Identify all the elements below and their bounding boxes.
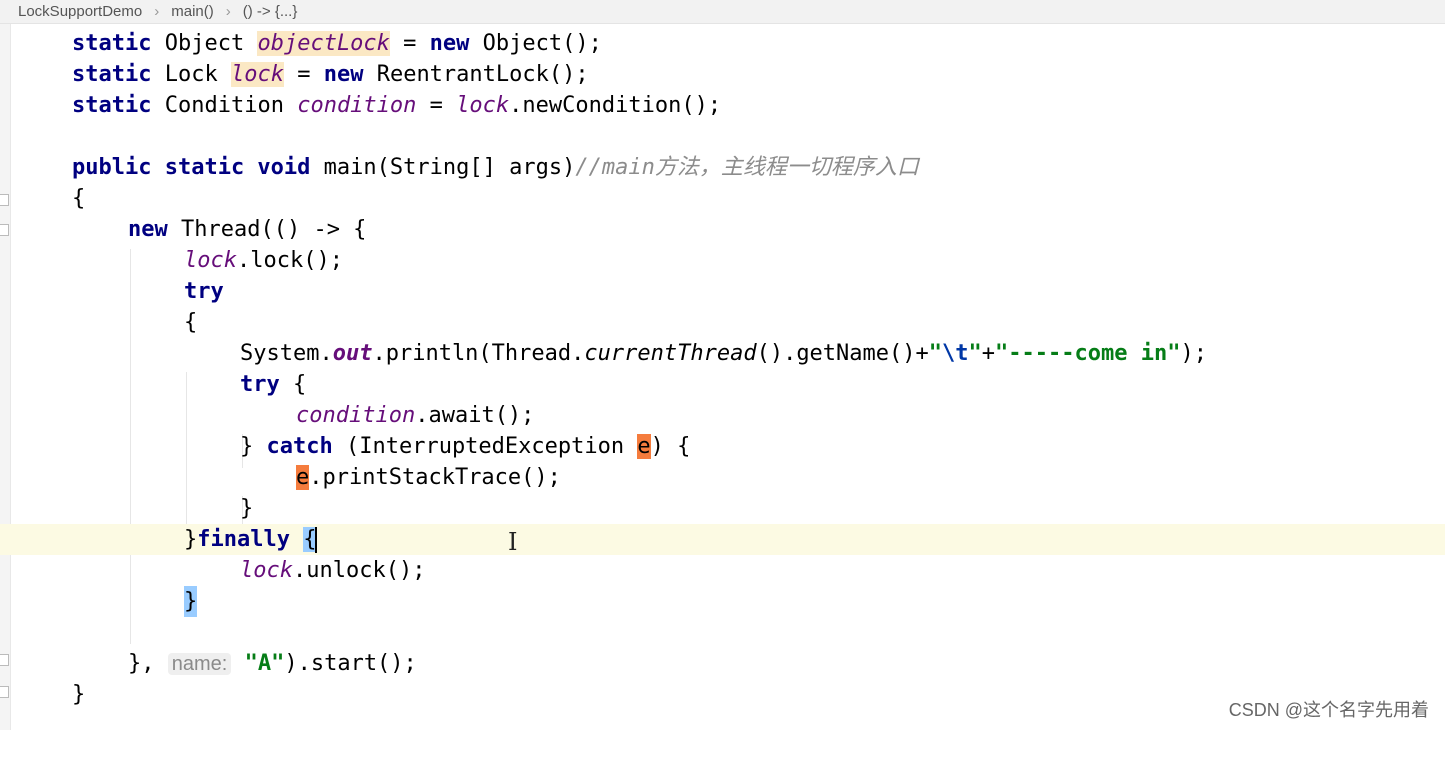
code-line[interactable]: static Object objectLock = new Object(); [0, 28, 1445, 59]
code-line[interactable]: new Thread(() -> { [0, 214, 1445, 245]
code-line[interactable]: System.out.println(Thread.currentThread(… [0, 338, 1445, 369]
code-comment: //main方法，主线程一切程序入口 [575, 155, 919, 180]
current-code-line[interactable]: }finally { [0, 524, 1445, 555]
keyword: catch [266, 434, 333, 459]
field-ref: condition [296, 403, 416, 428]
breadcrumb-item-class[interactable]: LockSupportDemo [18, 3, 142, 20]
code-line[interactable]: lock.lock(); [0, 245, 1445, 276]
code-text: }, [128, 651, 155, 676]
operator: = [297, 62, 311, 87]
code-text: ReentrantLock(); [376, 62, 589, 87]
code-line[interactable]: { [0, 183, 1445, 214]
code-line[interactable]: } catch (InterruptedException e) { [0, 431, 1445, 462]
keyword: new [128, 217, 168, 242]
text-caret [315, 527, 318, 553]
code-text: ).start(); [284, 651, 417, 676]
code-text: { [72, 186, 86, 211]
breadcrumb: LockSupportDemo › main() › () -> {...} [0, 0, 1445, 24]
code-line[interactable]: static Condition condition = lock.newCon… [0, 90, 1445, 121]
field-name: condition [297, 93, 417, 118]
keyword: static [72, 62, 152, 87]
field-ref: lock [184, 248, 237, 273]
code-text: { [184, 310, 198, 335]
breadcrumb-item-lambda[interactable]: () -> {...} [243, 3, 298, 20]
code-text: { [279, 372, 307, 397]
code-text: Thread(() -> { [181, 217, 367, 242]
parameter-ref: e [296, 465, 310, 490]
code-line[interactable]: e.printStackTrace(); [0, 462, 1445, 493]
code-line[interactable]: static Lock lock = new ReentrantLock(); [0, 59, 1445, 90]
parameter-name: e [637, 434, 651, 459]
code-line[interactable]: try { [0, 369, 1445, 400]
keyword: public static void [72, 155, 311, 180]
string-literal: "-----come in" [995, 341, 1181, 366]
code-line[interactable]: lock.unlock(); [0, 555, 1445, 586]
code-text: } [240, 496, 254, 521]
field-ref: lock [456, 93, 510, 118]
parameter-hint: name: [167, 653, 232, 675]
code-text: ) { [650, 434, 691, 459]
code-text: } [184, 527, 198, 552]
code-text: (InterruptedException [332, 434, 638, 459]
code-editor[interactable]: static Object objectLock = new Object();… [0, 24, 1445, 730]
code-line[interactable]: public static void main(String[] args)//… [0, 152, 1445, 183]
field-ref: lock [240, 558, 293, 583]
keyword: new [323, 62, 364, 87]
code-text: ); [1180, 341, 1207, 366]
code-text: .println(Thread. [372, 341, 585, 366]
code-line[interactable]: condition.await(); [0, 400, 1445, 431]
breadcrumb-separator: › [225, 3, 231, 20]
escape-sequence: \t [942, 341, 969, 366]
code-text: .lock(); [236, 248, 343, 273]
code-text: } [72, 682, 86, 707]
keyword: finally [197, 527, 290, 552]
code-line[interactable]: } [0, 493, 1445, 524]
method-signature: main(String[] args) [323, 155, 576, 180]
code-text: .await(); [415, 403, 535, 428]
string-literal: " [968, 341, 982, 366]
matched-brace: } [184, 586, 198, 617]
string-literal: " [928, 341, 943, 366]
type-name: Lock [164, 62, 218, 87]
code-text: Object(); [482, 31, 602, 56]
code-text: .newCondition(); [509, 93, 722, 118]
type-name: Object [164, 31, 245, 56]
code-text: } [240, 434, 267, 459]
breadcrumb-separator: › [154, 3, 160, 20]
code-text: System. [240, 341, 333, 366]
ibeam-cursor-icon: I [508, 528, 518, 556]
code-text: .printStackTrace(); [309, 465, 561, 490]
field-ref: out [332, 341, 373, 366]
field-name: objectLock [257, 31, 390, 56]
code-text: ().getName()+ [756, 341, 929, 366]
code-text: .unlock(); [292, 558, 426, 583]
operator: + [981, 341, 996, 366]
code-line[interactable]: } [0, 586, 1445, 617]
code-line[interactable]: }, name: "A").start(); [0, 648, 1445, 679]
operator: = [403, 31, 417, 56]
string-literal: "A" [244, 651, 285, 676]
code-line[interactable]: try [0, 276, 1445, 307]
keyword: try [184, 279, 224, 304]
keyword: try [240, 372, 280, 397]
keyword: static [72, 31, 152, 56]
watermark: CSDN @这个名字先用着 [1228, 700, 1429, 720]
matched-brace: { [303, 527, 317, 552]
keyword: static [72, 93, 152, 118]
type-name: Condition [164, 93, 284, 118]
code-line[interactable]: { [0, 307, 1445, 338]
operator: = [429, 93, 443, 118]
method-call: currentThread [584, 341, 757, 366]
field-name: lock [230, 62, 284, 87]
keyword: new [429, 31, 470, 56]
breadcrumb-item-method[interactable]: main() [171, 3, 214, 20]
